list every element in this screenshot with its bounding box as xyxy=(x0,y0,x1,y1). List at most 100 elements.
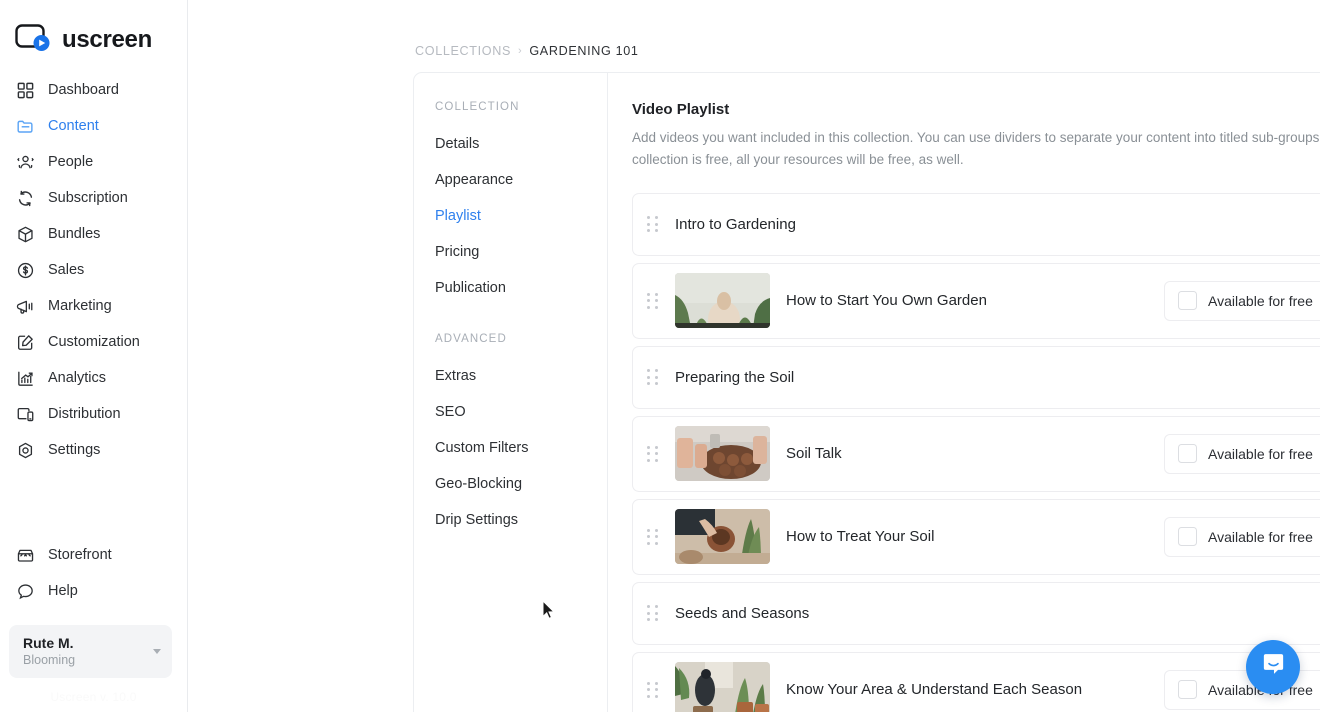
drag-handle-icon[interactable] xyxy=(645,214,659,234)
sidebar-bottom: Storefront Help Rute M. Blooming Uscreen… xyxy=(0,537,187,712)
drag-handle-icon[interactable] xyxy=(645,367,659,387)
sidebar-item-analytics[interactable]: Analytics xyxy=(0,360,187,396)
main-sidebar: uscreen Dashboard Content People Subscri… xyxy=(0,0,188,712)
available-for-free-toggle[interactable]: Available for free xyxy=(1164,516,1320,557)
subnav-item-publication[interactable]: Publication xyxy=(414,270,607,306)
sidebar-item-settings[interactable]: Settings xyxy=(0,432,187,468)
sidebar-item-storefront[interactable]: Storefront xyxy=(0,537,187,573)
gear-icon xyxy=(16,441,35,460)
chat-widget-button[interactable] xyxy=(1246,640,1300,694)
checkbox-icon[interactable] xyxy=(1178,444,1198,464)
playlist-item-title: Intro to Gardening xyxy=(675,215,796,233)
playlist-item-title: Preparing the Soil xyxy=(675,368,795,386)
caret-down-icon xyxy=(153,649,161,654)
dollar-circle-icon xyxy=(16,261,35,280)
drag-handle-icon[interactable] xyxy=(645,680,659,700)
available-for-free-label: Available for free xyxy=(1208,445,1313,462)
playlist-list: Intro to Gardening Remove xyxy=(632,192,1320,712)
user-name: Rute M. xyxy=(23,634,74,651)
playlist-item-title: How to Start You Own Garden xyxy=(786,292,987,310)
collection-panel: COLLECTION Details Appearance Playlist P… xyxy=(413,72,1320,712)
page-description: Add videos you want included in this col… xyxy=(632,127,1320,171)
collection-subnav: COLLECTION Details Appearance Playlist P… xyxy=(414,73,608,712)
user-plan: Blooming xyxy=(23,653,76,668)
sidebar-item-help[interactable]: Help xyxy=(0,573,187,609)
checkbox-icon[interactable] xyxy=(1178,291,1198,311)
drag-handle-icon[interactable] xyxy=(645,527,659,547)
sidebar-item-label: Bundles xyxy=(48,226,101,242)
playlist-row[interactable]: How to Start You Own Garden Available fo… xyxy=(632,262,1320,339)
subnav-item-appearance[interactable]: Appearance xyxy=(414,162,607,198)
subnav-item-geo-blocking[interactable]: Geo-Blocking xyxy=(414,466,607,502)
user-account-switcher[interactable]: Rute M. Blooming xyxy=(9,625,172,678)
playlist-row[interactable]: Intro to Gardening Remove xyxy=(632,192,1320,256)
breadcrumb-current: GARDENING 101 xyxy=(529,44,639,58)
playlist-item-title: Soil Talk xyxy=(786,445,842,463)
video-thumbnail xyxy=(675,662,770,712)
devices-icon xyxy=(16,405,35,424)
breadcrumb-collections[interactable]: COLLECTIONS xyxy=(415,44,511,58)
video-thumbnail xyxy=(675,426,770,482)
drag-handle-icon[interactable] xyxy=(645,603,659,623)
subnav-item-custom-filters[interactable]: Custom Filters xyxy=(414,430,607,466)
playlist-row[interactable]: How to Treat Your Soil Available for fre… xyxy=(632,498,1320,575)
grid-icon xyxy=(16,81,35,100)
brand-logo-block[interactable]: uscreen xyxy=(0,0,187,62)
sidebar-item-sales[interactable]: Sales xyxy=(0,252,187,288)
subnav-item-playlist[interactable]: Playlist xyxy=(414,198,607,234)
drag-handle-icon[interactable] xyxy=(645,444,659,464)
subnav-item-seo[interactable]: SEO xyxy=(414,394,607,430)
sidebar-item-label: Subscription xyxy=(48,190,128,206)
breadcrumb-separator-icon: › xyxy=(518,45,523,57)
sidebar-item-dashboard[interactable]: Dashboard xyxy=(0,72,187,108)
chat-bubble-icon xyxy=(16,582,35,601)
playlist-row[interactable]: Soil Talk Available for free Remove xyxy=(632,415,1320,492)
box-icon xyxy=(16,225,35,244)
app-root: uscreen Dashboard Content People Subscri… xyxy=(0,0,1320,712)
sidebar-item-label: Analytics xyxy=(48,370,107,386)
main-area: COLLECTIONS › GARDENING 101 COLLECTION D… xyxy=(188,0,1320,712)
storefront-icon xyxy=(16,546,35,565)
sidebar-item-customization[interactable]: Customization xyxy=(0,324,187,360)
sidebar-item-label: Help xyxy=(48,583,78,599)
sidebar-item-bundles[interactable]: Bundles xyxy=(0,216,187,252)
primary-nav: Dashboard Content People Subscription Bu… xyxy=(0,72,187,468)
playlist-item-title: Know Your Area & Understand Each Season xyxy=(786,681,1083,699)
sidebar-item-marketing[interactable]: Marketing xyxy=(0,288,187,324)
sidebar-item-people[interactable]: People xyxy=(0,144,187,180)
sidebar-item-content[interactable]: Content xyxy=(0,108,187,144)
playlist-row[interactable]: Seeds and Seasons Remove xyxy=(632,581,1320,645)
sidebar-item-label: Settings xyxy=(48,442,101,458)
available-for-free-label: Available for free xyxy=(1208,528,1313,545)
available-for-free-toggle[interactable]: Available for free xyxy=(1164,280,1320,321)
sidebar-item-subscription[interactable]: Subscription xyxy=(0,180,187,216)
playlist-row[interactable]: Know Your Area & Understand Each Season … xyxy=(632,651,1320,712)
checkbox-icon[interactable] xyxy=(1178,527,1198,547)
megaphone-icon xyxy=(16,297,35,316)
sidebar-item-label: Distribution xyxy=(48,406,121,422)
chart-bar-icon xyxy=(16,369,35,388)
subnav-divider xyxy=(414,306,607,333)
playlist-row[interactable]: Preparing the Soil Remove xyxy=(632,345,1320,409)
subnav-item-drip-settings[interactable]: Drip Settings xyxy=(414,502,607,538)
subnav-item-pricing[interactable]: Pricing xyxy=(414,234,607,270)
app-version: Uscreen v. 10.0 xyxy=(50,690,137,704)
sidebar-item-distribution[interactable]: Distribution xyxy=(0,396,187,432)
refresh-icon xyxy=(16,189,35,208)
messenger-icon xyxy=(1260,651,1287,683)
drag-handle-icon[interactable] xyxy=(645,291,659,311)
breadcrumb: COLLECTIONS › GARDENING 101 xyxy=(188,0,1320,58)
subnav-item-details[interactable]: Details xyxy=(414,126,607,162)
available-for-free-toggle[interactable]: Available for free xyxy=(1164,433,1320,474)
playlist-item-title: Seeds and Seasons xyxy=(675,604,810,622)
folder-icon xyxy=(16,117,35,136)
checkbox-icon[interactable] xyxy=(1178,680,1198,700)
sidebar-item-label: Marketing xyxy=(48,298,112,314)
subnav-section-advanced: ADVANCED xyxy=(435,333,507,345)
sidebar-item-label: Sales xyxy=(48,262,85,278)
subnav-item-extras[interactable]: Extras xyxy=(414,358,607,394)
sidebar-item-label: Customization xyxy=(48,334,140,350)
video-thumbnail xyxy=(675,273,770,329)
sidebar-item-label: Dashboard xyxy=(48,82,119,98)
uscreen-logo-icon xyxy=(15,23,53,57)
